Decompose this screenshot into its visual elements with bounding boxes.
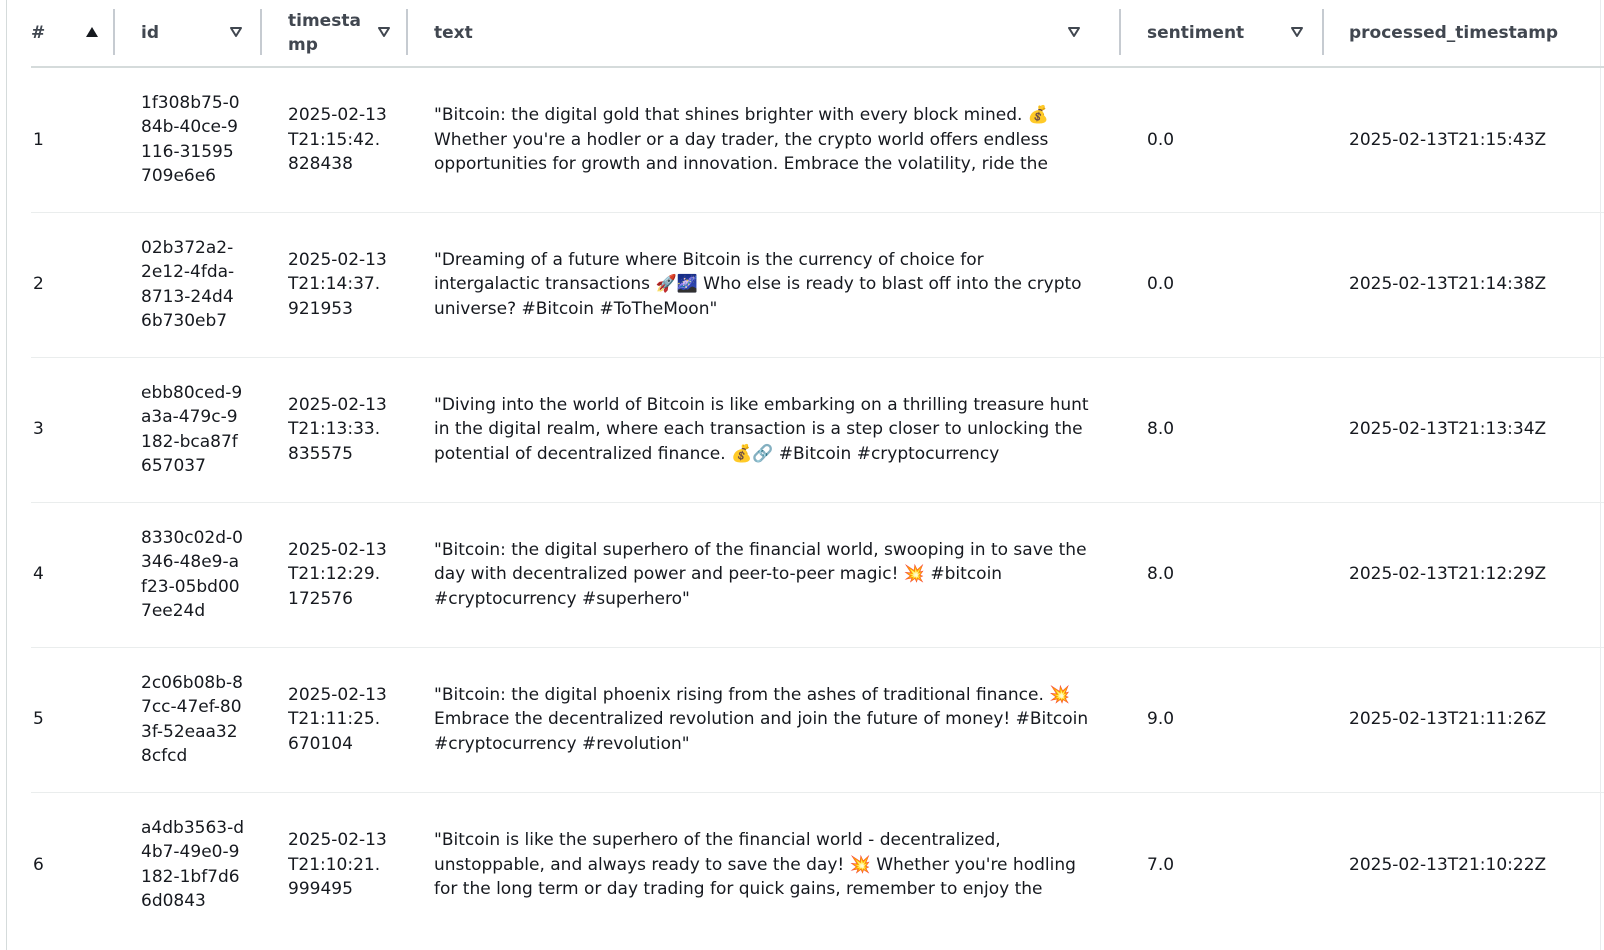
column-label-num: # — [31, 23, 46, 43]
column-header-sentiment[interactable]: sentiment — [1121, 0, 1324, 68]
cell-processed-timestamp: 2025-02-13T21:13:34Z — [1324, 356, 1604, 502]
sort-toggle-icon[interactable] — [227, 23, 245, 41]
column-header-id[interactable]: id — [115, 0, 262, 68]
cell-id: 02b372a2-2e12-4fda-8713-24d46b730eb7 — [141, 237, 235, 331]
table-row[interactable]: 4 8330c02d-0346-48e9-af23-05bd007ee24d 2… — [31, 501, 1604, 647]
cell-text: "Bitcoin: the digital superhero of the f… — [434, 540, 1087, 609]
cell-processed-timestamp: 2025-02-13T21:11:26Z — [1324, 646, 1604, 792]
table-left-border — [6, 0, 7, 950]
sort-toggle-icon[interactable] — [375, 23, 393, 41]
column-label-sentiment: sentiment — [1147, 23, 1245, 43]
sort-ascending-icon[interactable] — [83, 23, 101, 41]
cell-sentiment: 0.0 — [1121, 211, 1324, 357]
cell-text: "Bitcoin: the digital phoenix rising fro… — [434, 685, 1089, 754]
table-row[interactable]: 3 ebb80ced-9a3a-479c-9182-bca87f657037 2… — [31, 356, 1604, 502]
results-table: # id timestamp text sentiment processed_… — [31, 0, 1604, 937]
cell-text: "Dreaming of a future where Bitcoin is t… — [434, 250, 1082, 319]
cell-timestamp: 2025-02-13T21:11:25.670104 — [288, 685, 387, 754]
column-label-text: text — [434, 23, 473, 43]
cell-num: 6 — [31, 791, 115, 937]
cell-timestamp: 2025-02-13T21:15:42.828438 — [288, 105, 387, 174]
cell-sentiment: 8.0 — [1121, 356, 1324, 502]
column-header-text[interactable]: text — [408, 0, 1121, 68]
table-row[interactable]: 5 2c06b08b-87cc-47ef-803f-52eaa328cfcd 2… — [31, 646, 1604, 792]
column-label-timestamp: timestamp — [288, 11, 361, 55]
cell-timestamp: 2025-02-13T21:13:33.835575 — [288, 395, 387, 464]
sort-toggle-icon[interactable] — [1065, 23, 1083, 41]
table-body: 1 1f308b75-084b-40ce-9116-31595709e6e6 2… — [31, 67, 1604, 937]
cell-processed-timestamp: 2025-02-13T21:12:29Z — [1324, 501, 1604, 647]
cell-processed-timestamp: 2025-02-13T21:14:38Z — [1324, 211, 1604, 357]
cell-id: 2c06b08b-87cc-47ef-803f-52eaa328cfcd — [141, 672, 243, 766]
cell-processed-timestamp: 2025-02-13T21:15:43Z — [1349, 129, 1547, 150]
cell-processed-timestamp: 2025-02-13T21:10:22Z — [1324, 791, 1604, 937]
cell-num: 1 — [33, 129, 44, 150]
cell-text: "Bitcoin is like the superhero of the fi… — [434, 830, 1076, 899]
sort-toggle-icon[interactable] — [1288, 23, 1306, 41]
cell-text: "Diving into the world of Bitcoin is lik… — [434, 395, 1089, 464]
cell-text: "Bitcoin: the digital gold that shines b… — [434, 105, 1049, 174]
column-header-timestamp[interactable]: timestamp — [262, 0, 408, 68]
column-label-processed-timestamp: processed_timestamp — [1349, 23, 1559, 43]
cell-sentiment: 0.0 — [1147, 129, 1175, 150]
table-header: # id timestamp text sentiment processed_… — [31, 0, 1604, 68]
cell-id: a4db3563-d4b7-49e0-9182-1bf7d66d0843 — [141, 818, 244, 912]
cell-sentiment: 9.0 — [1121, 646, 1324, 792]
cell-id: 1f308b75-084b-40ce-9116-31595709e6e6 — [141, 93, 240, 187]
cell-timestamp: 2025-02-13T21:14:37.921953 — [288, 250, 387, 319]
cell-sentiment: 7.0 — [1121, 791, 1324, 937]
cell-num: 5 — [31, 646, 115, 792]
cell-timestamp: 2025-02-13T21:12:29.172576 — [288, 540, 387, 609]
column-header-num[interactable]: # — [31, 0, 115, 68]
header-row: # id timestamp text sentiment processed_… — [31, 0, 1604, 68]
cell-sentiment: 8.0 — [1121, 501, 1324, 647]
table-row[interactable]: 1 1f308b75-084b-40ce-9116-31595709e6e6 2… — [31, 67, 1604, 212]
table-row[interactable]: 6 a4db3563-d4b7-49e0-9182-1bf7d66d0843 2… — [31, 791, 1604, 937]
table-row[interactable]: 2 02b372a2-2e12-4fda-8713-24d46b730eb7 2… — [31, 211, 1604, 357]
cell-id: 8330c02d-0346-48e9-af23-05bd007ee24d — [141, 527, 243, 621]
column-header-processed-timestamp[interactable]: processed_timestamp — [1324, 0, 1604, 68]
cell-timestamp: 2025-02-13T21:10:21.999495 — [288, 830, 387, 899]
cell-id: ebb80ced-9a3a-479c-9182-bca87f657037 — [141, 382, 243, 476]
cell-num: 2 — [31, 211, 115, 357]
cell-num: 3 — [31, 356, 115, 502]
cell-num: 4 — [31, 501, 115, 647]
column-label-id: id — [141, 23, 159, 43]
